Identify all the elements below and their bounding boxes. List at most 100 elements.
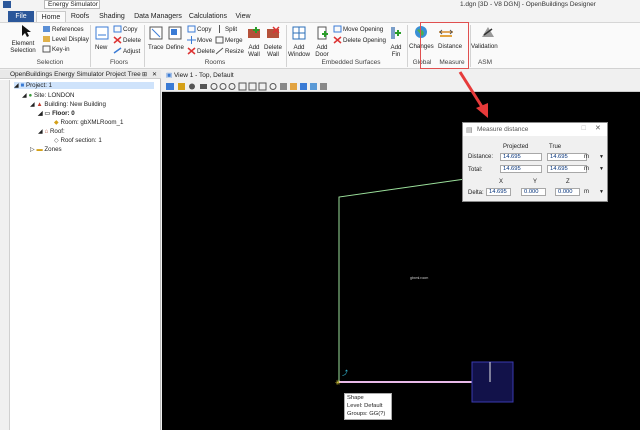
tree-item-label: Zones <box>44 146 62 153</box>
tab-calculations[interactable]: Calculations <box>186 11 230 22</box>
maximize-icon: ☐ <box>581 126 587 132</box>
tree-item-label: Site: LONDON <box>33 92 75 99</box>
view-icon: ▣ <box>166 72 174 79</box>
chevron-down-icon[interactable]: ▼ <box>599 189 604 195</box>
total-true-field[interactable]: 14.695 <box>547 165 587 173</box>
view-tools-icons[interactable] <box>162 81 362 92</box>
chevron-down-icon[interactable]: ▼ <box>599 166 604 172</box>
split-room-button[interactable]: Split <box>225 26 237 33</box>
tooltip-line: Shape <box>347 395 364 401</box>
add-window-button[interactable]: Add Window <box>288 44 310 58</box>
total-label: Total: <box>468 167 483 173</box>
define-room-button[interactable]: Define <box>166 44 184 51</box>
add-wall-button[interactable]: Add Wall <box>246 44 262 58</box>
y-column-header: Y <box>533 179 538 185</box>
delete-wall-icon <box>267 26 280 38</box>
tree-item-roof-section[interactable]: ◇ Roof section: 1 <box>54 137 102 144</box>
total-projected-field[interactable]: 14.695 <box>500 165 542 173</box>
app-icon <box>3 1 11 8</box>
group-separator <box>90 25 91 67</box>
delta-z-field[interactable]: 0.000 <box>555 188 580 196</box>
tree-item-floor[interactable]: ◢ ▭ Floor: 0 <box>38 110 75 117</box>
tab-shading[interactable]: Shading <box>96 11 128 22</box>
tab-roofs[interactable]: Roofs <box>68 11 92 22</box>
room-label: gbxml.room <box>410 276 429 280</box>
delete-icon <box>113 36 122 44</box>
adjust-floor-button[interactable]: Adjust <box>123 48 140 55</box>
delta-unit-select[interactable]: m <box>584 189 589 195</box>
tab-file[interactable]: File <box>8 11 34 22</box>
tree-item-roof[interactable]: ◢ ⌂ Roof: <box>38 128 65 135</box>
split-icon <box>219 25 220 33</box>
key-in-icon <box>42 45 51 53</box>
add-fin-button[interactable]: Add Fin <box>388 44 404 58</box>
view-toolbar <box>162 81 640 92</box>
level-display-button[interactable]: Level Display <box>52 36 89 43</box>
add-fin-icon <box>391 27 401 39</box>
delete-room-button[interactable]: Delete <box>197 48 215 55</box>
tree-item-project[interactable]: ◢ ■ Project: 1 <box>14 82 154 89</box>
merge-room-button[interactable]: Merge <box>225 37 243 44</box>
tree-item-building[interactable]: ◢ ▲ Building: New Building <box>30 101 106 108</box>
distance-label: Distance: <box>468 154 494 160</box>
delete-opening-button[interactable]: Delete Opening <box>343 37 386 44</box>
element-selection-button[interactable]: Element Selection <box>3 40 43 54</box>
delta-x-field[interactable]: 14.695 <box>486 188 511 196</box>
key-in-button[interactable]: Key-in <box>52 46 70 53</box>
define-icon <box>168 26 182 40</box>
tree-item-label: Building: New Building <box>44 101 106 108</box>
add-door-button[interactable]: Add Door <box>312 44 332 58</box>
move-room-button[interactable]: Move <box>197 37 212 44</box>
copy-icon <box>113 25 122 33</box>
delete-room-icon <box>187 47 196 55</box>
ribbon-tabs: File Home Roofs Shading Data Managers Ca… <box>0 10 640 22</box>
distance-unit-select[interactable]: m <box>584 154 589 160</box>
trace-room-button[interactable]: Trace <box>148 44 164 51</box>
projected-column-header: Projected <box>503 144 529 150</box>
measure-icon: ▤ <box>466 127 473 134</box>
svg-text:⤴: ⤴ <box>342 369 348 377</box>
move-opening-button[interactable]: Move Opening <box>343 26 383 33</box>
project-tree-title: OpenBuildings Energy Simulator Project T… <box>0 70 161 79</box>
adjust-icon <box>113 47 122 54</box>
tooltip-line: Level: Default <box>347 403 383 409</box>
delta-y-field[interactable]: 0.000 <box>521 188 546 196</box>
validation-button[interactable]: Validation <box>471 43 498 50</box>
level-display-icon <box>43 36 50 42</box>
delete-floor-button[interactable]: Delete <box>123 37 141 44</box>
tab-view[interactable]: View <box>232 11 254 22</box>
total-unit-select[interactable]: m <box>584 166 589 172</box>
tab-home[interactable]: Home <box>36 11 66 22</box>
move-opening-icon <box>333 25 342 33</box>
tree-item-zones[interactable]: ▷ ▬ Zones <box>30 146 62 153</box>
delete-wall-button[interactable]: Delete Wall <box>264 44 282 58</box>
close-icon[interactable]: ✕ <box>595 124 601 132</box>
copy-floor-button[interactable]: Copy <box>123 26 137 33</box>
delete-opening-icon <box>333 36 342 44</box>
tree-item-site[interactable]: ◢ ● Site: LONDON <box>22 92 75 99</box>
chevron-down-icon[interactable]: ▼ <box>599 154 604 160</box>
tab-data-managers[interactable]: Data Managers <box>132 11 184 22</box>
close-icon[interactable]: ✕ <box>152 71 157 78</box>
distance-true-field[interactable]: 14.695 <box>547 153 587 161</box>
references-button[interactable]: References <box>52 26 84 33</box>
tree-item-room[interactable]: ◆ Room: gbXMLRoom_1 <box>54 119 123 126</box>
resize-room-button[interactable]: Resize <box>225 48 244 55</box>
left-scrollbar[interactable] <box>0 80 10 430</box>
tree-item-label: Roof: <box>49 128 65 135</box>
merge-icon <box>215 36 224 44</box>
measure-distance-dialog: Measure distance ▤ ☐ ✕ Projected True Di… <box>462 122 608 202</box>
new-floor-button[interactable]: New <box>95 44 107 51</box>
window-title: 1.dgn [3D - V8 DGN] - OpenBuildings Desi… <box>460 1 596 8</box>
selection-group-label: Selection <box>36 59 64 66</box>
title-bar: Energy Simulator 1.dgn [3D - V8 DGN] - O… <box>0 0 640 10</box>
workflow-selector[interactable]: Energy Simulator <box>44 0 100 9</box>
tooltip-line: Groups: GG(?) <box>347 411 386 417</box>
distance-projected-field[interactable]: 14.695 <box>500 153 542 161</box>
view-header: ▣ View 1 - Top, Default <box>162 70 640 81</box>
pin-icon[interactable]: ⊞ <box>142 71 147 78</box>
move-icon <box>187 36 196 44</box>
ashrae-group-label: ASM <box>477 59 493 66</box>
copy-room-button[interactable]: Copy <box>197 26 211 33</box>
add-window-icon <box>292 26 306 40</box>
